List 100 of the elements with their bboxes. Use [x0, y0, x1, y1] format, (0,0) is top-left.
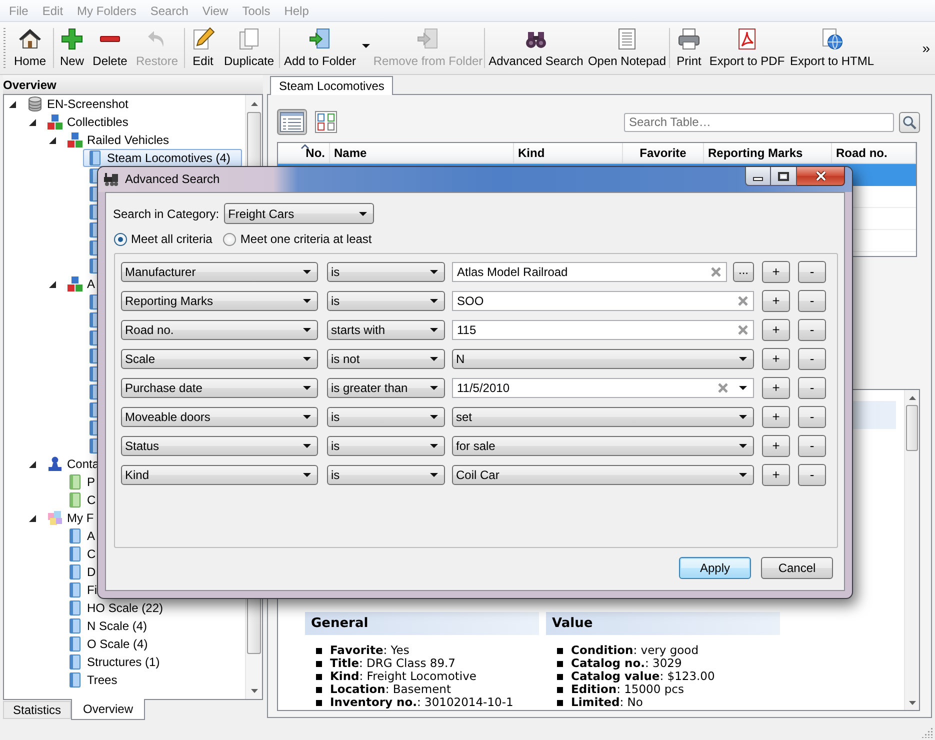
- tree-item[interactable]: My F: [43, 509, 98, 527]
- add-criterion-button[interactable]: +: [762, 319, 790, 341]
- resize-grip-icon[interactable]: [922, 727, 933, 738]
- radio-button[interactable]: [114, 232, 127, 246]
- remove-criterion-button[interactable]: -: [798, 464, 826, 486]
- expand-arrow-icon[interactable]: [29, 118, 36, 126]
- toolbar-button[interactable]: Delete: [89, 22, 131, 74]
- view-button[interactable]: [277, 109, 307, 135]
- tree-item[interactable]: Structures (1): [63, 653, 164, 671]
- toolbar-button[interactable]: Export to HTML: [787, 22, 877, 74]
- tree-item[interactable]: C: [63, 545, 100, 563]
- field-dropdown[interactable]: Reporting Marks: [121, 291, 318, 311]
- radio-button[interactable]: [223, 232, 236, 246]
- field-dropdown[interactable]: Road no.: [121, 320, 318, 340]
- add-criterion-button[interactable]: +: [762, 290, 790, 312]
- date-field[interactable]: 11/5/2010: [452, 378, 754, 398]
- remove-criterion-button[interactable]: -: [798, 290, 826, 312]
- expand-arrow-icon[interactable]: [49, 280, 56, 288]
- column-header[interactable]: Favorite: [623, 143, 704, 163]
- tree-item[interactable]: P: [63, 473, 100, 491]
- value-dropdown[interactable]: N: [452, 349, 754, 369]
- expand-arrow-icon[interactable]: [9, 100, 16, 108]
- value-field[interactable]: SOO: [452, 291, 754, 311]
- add-criterion-button[interactable]: +: [762, 435, 790, 457]
- overflow-button[interactable]: »: [922, 41, 932, 55]
- dialog-button[interactable]: Cancel: [761, 557, 833, 579]
- value-field[interactable]: 115: [452, 320, 754, 340]
- remove-criterion-button[interactable]: -: [798, 406, 826, 428]
- scrollbar-thumb[interactable]: [906, 405, 918, 451]
- toolbar-button[interactable]: Duplicate: [220, 22, 278, 74]
- tree-item[interactable]: C: [63, 491, 100, 509]
- search-button[interactable]: [899, 112, 920, 132]
- radio-option[interactable]: Meet one criteria at least: [223, 230, 372, 248]
- column-header[interactable]: Name: [330, 143, 514, 163]
- field-dropdown[interactable]: Scale: [121, 349, 318, 369]
- tree-item[interactable]: Collectibles: [43, 113, 132, 131]
- add-criterion-button[interactable]: +: [762, 348, 790, 370]
- browse-button[interactable]: ...: [733, 262, 754, 282]
- close-button[interactable]: [797, 167, 845, 186]
- remove-criterion-button[interactable]: -: [798, 435, 826, 457]
- tree-item[interactable]: Steam Locomotives (4): [83, 149, 242, 167]
- add-criterion-button[interactable]: +: [762, 406, 790, 428]
- column-header[interactable]: Kind: [514, 143, 623, 163]
- tab[interactable]: Overview: [71, 699, 146, 720]
- toolbar-button[interactable]: Advanced Search: [486, 22, 586, 74]
- dialog-button[interactable]: Apply: [679, 557, 751, 579]
- expand-arrow-icon[interactable]: [29, 460, 36, 468]
- search-field[interactable]: Search Table…: [624, 112, 894, 132]
- field-dropdown[interactable]: Status: [121, 436, 318, 456]
- radio-option[interactable]: Meet all criteria: [114, 230, 212, 248]
- remove-criterion-button[interactable]: -: [798, 319, 826, 341]
- tab[interactable]: Statistics: [3, 701, 72, 719]
- operator-dropdown[interactable]: starts with: [327, 320, 445, 340]
- expand-arrow-icon[interactable]: [29, 514, 36, 522]
- column-header[interactable]: Reporting Marks: [704, 143, 832, 163]
- tree-item[interactable]: O Scale (4): [63, 635, 152, 653]
- tree-item[interactable]: Fi: [63, 581, 101, 599]
- operator-dropdown[interactable]: is not: [327, 349, 445, 369]
- remove-criterion-button[interactable]: -: [798, 377, 826, 399]
- add-criterion-button[interactable]: +: [762, 261, 790, 283]
- operator-dropdown[interactable]: is: [327, 465, 445, 485]
- tree-item[interactable]: HO Scale (22): [63, 599, 168, 617]
- expand-arrow-icon[interactable]: [49, 136, 56, 144]
- operator-dropdown[interactable]: is: [327, 407, 445, 427]
- operator-dropdown[interactable]: is: [327, 436, 445, 456]
- toolbar-button[interactable]: Home: [8, 22, 52, 74]
- field-dropdown[interactable]: Moveable doors: [121, 407, 318, 427]
- remove-criterion-button[interactable]: -: [798, 261, 826, 283]
- add-criterion-button[interactable]: +: [762, 377, 790, 399]
- remove-criterion-button[interactable]: -: [798, 348, 826, 370]
- tree-item[interactable]: Railed Vehicles: [63, 131, 174, 149]
- tree-item[interactable]: Trees: [63, 671, 122, 689]
- field-dropdown[interactable]: Purchase date: [121, 378, 318, 398]
- tree-item[interactable]: D: [63, 563, 100, 581]
- field-dropdown[interactable]: Manufacturer: [121, 262, 318, 282]
- column-header[interactable]: Road no.: [832, 143, 916, 163]
- toolbar-button[interactable]: Edit: [186, 22, 220, 74]
- tree-item[interactable]: A: [63, 275, 100, 293]
- add-criterion-button[interactable]: +: [762, 464, 790, 486]
- toolbar-button[interactable]: New: [55, 22, 89, 74]
- toolbar-button[interactable]: Export to PDF: [707, 22, 787, 74]
- operator-dropdown[interactable]: is: [327, 291, 445, 311]
- value-dropdown[interactable]: Coil Car: [452, 465, 754, 485]
- tab[interactable]: Steam Locomotives: [270, 76, 394, 95]
- value-field[interactable]: Atlas Model Railroad: [452, 262, 727, 282]
- value-dropdown[interactable]: for sale: [452, 436, 754, 456]
- toolbar-button[interactable]: Print: [671, 22, 707, 74]
- category-dropdown[interactable]: Freight Cars: [224, 203, 374, 224]
- tree-item[interactable]: A: [63, 527, 100, 545]
- operator-dropdown[interactable]: is: [327, 262, 445, 282]
- minimize-button[interactable]: [745, 167, 771, 186]
- toolbar-button[interactable]: Open Notepad: [586, 22, 668, 74]
- column-header[interactable]: No.: [278, 143, 330, 163]
- toolbar-button[interactable]: Add to Folder: [281, 22, 359, 74]
- maximize-button[interactable]: [771, 167, 797, 186]
- value-dropdown[interactable]: set: [452, 407, 754, 427]
- field-dropdown[interactable]: Kind: [121, 465, 318, 485]
- tree-item[interactable]: N Scale (4): [63, 617, 152, 635]
- operator-dropdown[interactable]: is greater than: [327, 378, 445, 398]
- scrollbar[interactable]: [904, 390, 919, 710]
